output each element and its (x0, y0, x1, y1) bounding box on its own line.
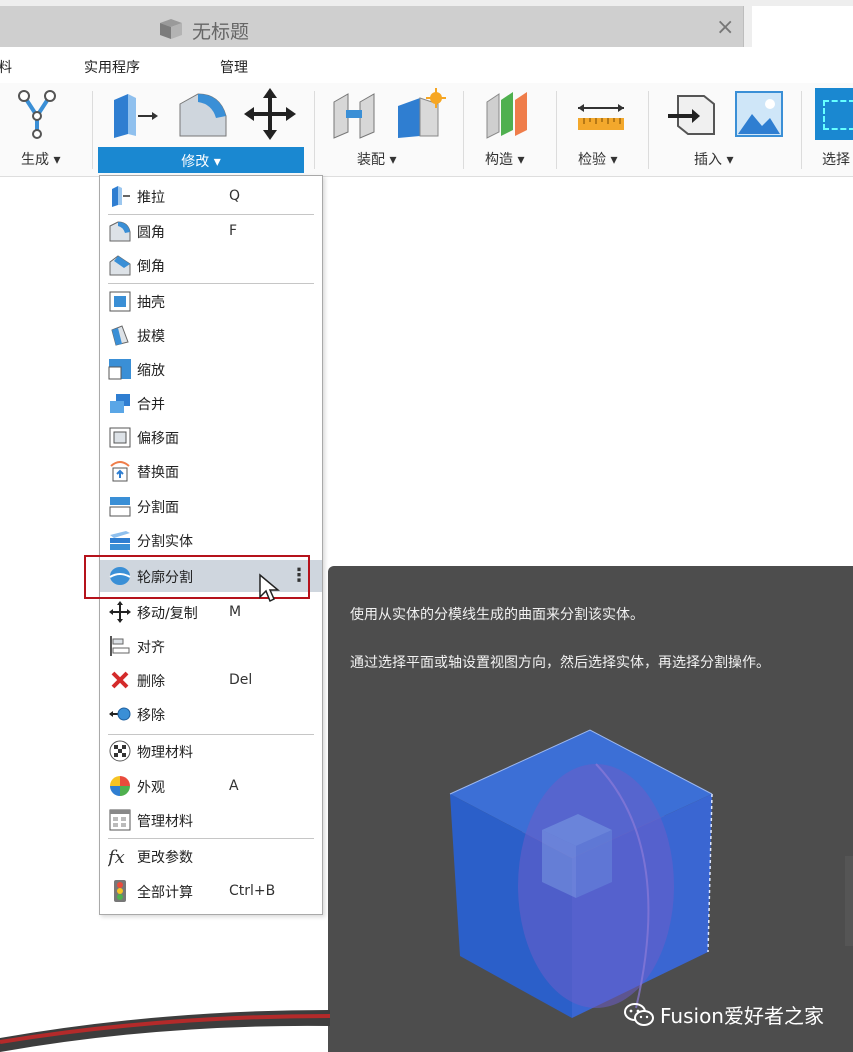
press-pull-icon (112, 186, 130, 207)
canvas-model-part (0, 1010, 330, 1052)
chamfer-icon (109, 255, 131, 276)
create-form-icon[interactable] (10, 88, 64, 140)
offset-plane-icon[interactable] (481, 88, 535, 140)
watermark: Fusion爱好者之家 (624, 1000, 824, 1029)
tooltip-panel: 使用从实体的分模线生成的曲面来分割该实体。 通过选择平面或轴设置视图方向，然后选… (328, 566, 853, 1052)
menu-utilities[interactable]: 实用程序 (84, 57, 140, 77)
toolbar-separator (92, 91, 93, 169)
menu-item-change-parameters[interactable]: fx 更改参数 (100, 840, 322, 872)
draft-icon (111, 325, 129, 346)
silhouette-split-illustration (449, 729, 713, 1018)
tooltip-instructions: 通过选择平面或轴设置视图方向，然后选择实体，再选择分割操作。 (350, 655, 770, 671)
menu-separator (108, 283, 314, 284)
toolbar: 生成 ▾ 修改 ▾ 装配 ▾ 构造 ▾ 检验 ▾ 插入 ▾ 选择 (0, 83, 853, 177)
select-dropdown[interactable]: 选择 (822, 149, 850, 169)
modify-menu: 推拉 Q 圆角 F 倒角 抽壳 拔模 缩放 合并 偏移面 替换面 分割面 分割实… (99, 175, 323, 915)
modify-dropdown[interactable]: 修改 ▾ (98, 147, 304, 173)
toolbar-separator (801, 91, 802, 169)
split-face-icon (109, 497, 131, 517)
delete-icon (111, 671, 129, 689)
scale-icon (108, 359, 131, 380)
menu-item-delete[interactable]: 删除 Del (100, 664, 322, 696)
insert-derive-icon[interactable] (664, 88, 718, 140)
menu-item-split-face[interactable]: 分割面 (100, 490, 322, 522)
modify-label: 修改 ▾ (181, 154, 221, 170)
menu-item-shell[interactable]: 抽壳 (100, 285, 322, 317)
new-component-icon[interactable] (394, 88, 448, 140)
document-title: 无标题 (192, 21, 250, 43)
menu-item-scale[interactable]: 缩放 (100, 353, 322, 385)
menu-item-remove[interactable]: 移除 (100, 698, 322, 730)
menu-item-physical-material[interactable]: 物理材料 (100, 735, 322, 767)
measure-icon[interactable] (574, 88, 628, 140)
tooltip-summary: 使用从实体的分模线生成的曲面来分割该实体。 (350, 607, 644, 623)
menu-item-split-body[interactable]: 分割实体 (100, 524, 322, 556)
menu-item-press-pull[interactable]: 推拉 Q (100, 180, 322, 212)
menu-item-compute-all[interactable]: 全部计算 Ctrl+B (100, 875, 322, 907)
menu-item-draft[interactable]: 拔模 (100, 319, 322, 351)
manage-materials-icon (109, 809, 131, 831)
toolbar-separator (556, 91, 557, 169)
menu-bar: 料 实用程序 管理 (0, 47, 853, 83)
align-icon (110, 636, 130, 656)
inspect-dropdown[interactable]: 检验 ▾ (578, 149, 617, 169)
fillet-icon (109, 221, 131, 242)
document-tab[interactable]: 无标题 × (0, 6, 744, 47)
toolbar-separator (648, 91, 649, 169)
menu-item-offset-face[interactable]: 偏移面 (100, 421, 322, 453)
canvas-model-edge (845, 856, 853, 946)
toolbar-separator (463, 91, 464, 169)
offset-face-icon (109, 427, 131, 448)
assemble-dropdown[interactable]: 装配 ▾ (357, 149, 396, 169)
menu-item-chamfer[interactable]: 倒角 (100, 249, 322, 281)
toolbar-separator (314, 91, 315, 169)
physical-material-icon (109, 740, 131, 762)
split-body-icon (110, 531, 130, 550)
menu-item-move-copy[interactable]: 移动/复制 M (100, 596, 322, 628)
menu-item-replace-face[interactable]: 替换面 (100, 455, 322, 487)
traffic-light-icon (114, 880, 126, 902)
menu-item-align[interactable]: 对齐 (100, 630, 322, 662)
menu-item-fillet[interactable]: 圆角 F (100, 215, 322, 247)
menu-item-combine[interactable]: 合并 (100, 387, 322, 419)
tab-strip: 无标题 × (0, 0, 853, 47)
create-dropdown[interactable]: 生成 ▾ (21, 149, 60, 169)
remove-icon (109, 707, 131, 721)
new-tab-area[interactable] (752, 6, 853, 47)
replace-face-icon (110, 461, 130, 482)
mouse-cursor-icon (259, 573, 280, 603)
joint-icon[interactable] (330, 88, 384, 140)
shell-icon (109, 291, 131, 312)
fillet-icon[interactable] (176, 88, 230, 140)
construct-dropdown[interactable]: 构造 ▾ (485, 149, 524, 169)
press-pull-icon[interactable] (106, 88, 160, 140)
menu-manage[interactable]: 管理 (220, 57, 248, 77)
combine-icon (110, 394, 130, 413)
insert-image-icon[interactable] (732, 88, 786, 140)
watermark-text: Fusion爱好者之家 (660, 1004, 824, 1028)
appearance-icon (110, 776, 130, 796)
wechat-icon (624, 1002, 654, 1026)
function-icon: fx (108, 847, 125, 867)
menu-item-manage-materials[interactable]: 管理材料 (100, 804, 322, 836)
move-icon[interactable] (243, 88, 297, 140)
select-icon[interactable] (815, 88, 853, 140)
move-icon (109, 601, 131, 623)
close-tab-icon[interactable]: × (716, 15, 734, 40)
menu-separator (108, 838, 314, 839)
svg-text:fx: fx (108, 847, 125, 867)
menu-materials-partial[interactable]: 料 (0, 57, 12, 77)
cube-icon (160, 19, 182, 39)
insert-dropdown[interactable]: 插入 ▾ (694, 149, 733, 169)
menu-item-appearance[interactable]: 外观 A (100, 770, 322, 802)
